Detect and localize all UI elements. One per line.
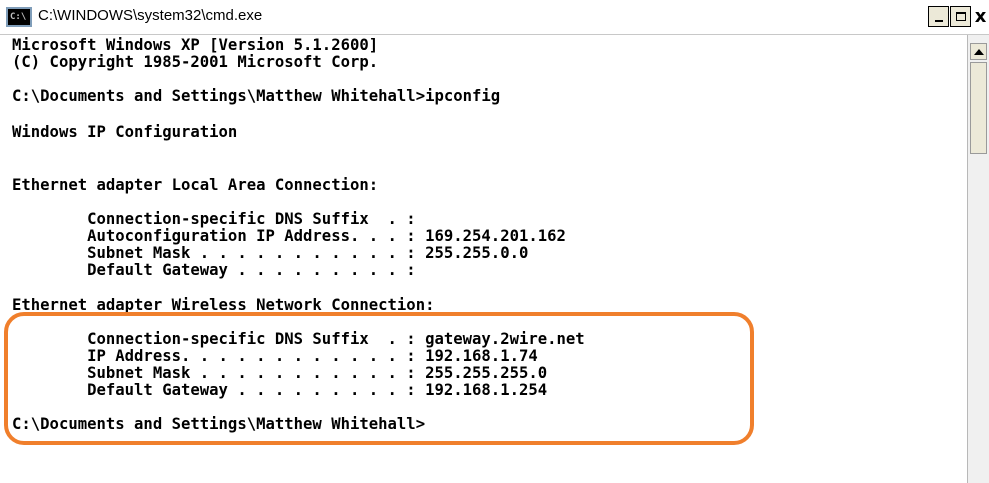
scroll-up-arrow-icon[interactable] [970,43,987,60]
console-line-wireless-adapter: Ethernet adapter Wireless Network Connec… [12,296,435,314]
console-line-wireless-subnet: Subnet Mask . . . . . . . . . . . : 255.… [12,364,548,382]
console-line-lan-adapter: Ethernet adapter Local Area Connection: [12,176,379,194]
console-line-wireless-gateway: Default Gateway . . . . . . . . . : 192.… [12,381,548,399]
console-line-prompt: C:\Documents and Settings\Matthew Whiteh… [12,415,426,433]
minimize-icon [934,20,943,22]
console-line-lan-dns-suffix: Connection-specific DNS Suffix . : [12,210,416,228]
console-output[interactable]: Microsoft Windows XP [Version 5.1.2600] … [0,35,967,483]
console-line-wireless-ip: IP Address. . . . . . . . . . . . : 192.… [12,347,538,365]
console-line-copyright: (C) Copyright 1985-2001 Microsoft Corp. [12,53,379,71]
maximize-icon [955,12,966,21]
vertical-scrollbar[interactable] [967,35,989,483]
console-line-command: C:\Documents and Settings\Matthew Whiteh… [12,87,501,105]
console-line-lan-gateway: Default Gateway . . . . . . . . . : [12,261,416,279]
window-title: C:\WINDOWS\system32\cmd.exe [38,7,263,24]
console-line-ip-config-heading: Windows IP Configuration [12,123,238,141]
cmd-app-icon: C:\ [6,7,32,27]
console-line-lan-autoconfig-ip: Autoconfiguration IP Address. . . : 169.… [12,227,566,245]
minimize-button[interactable] [928,6,949,27]
title-bar[interactable]: C:\ C:\WINDOWS\system32\cmd.exe x [0,0,989,35]
console-line-version: Microsoft Windows XP [Version 5.1.2600] [12,36,379,54]
console-line-wireless-dns-suffix: Connection-specific DNS Suffix . : gatew… [12,330,585,348]
scroll-thumb[interactable] [970,62,987,154]
close-icon: x [974,5,987,27]
console-line-lan-subnet: Subnet Mask . . . . . . . . . . . : 255.… [12,244,529,262]
close-button[interactable]: x [972,6,989,27]
maximize-button[interactable] [950,6,971,27]
